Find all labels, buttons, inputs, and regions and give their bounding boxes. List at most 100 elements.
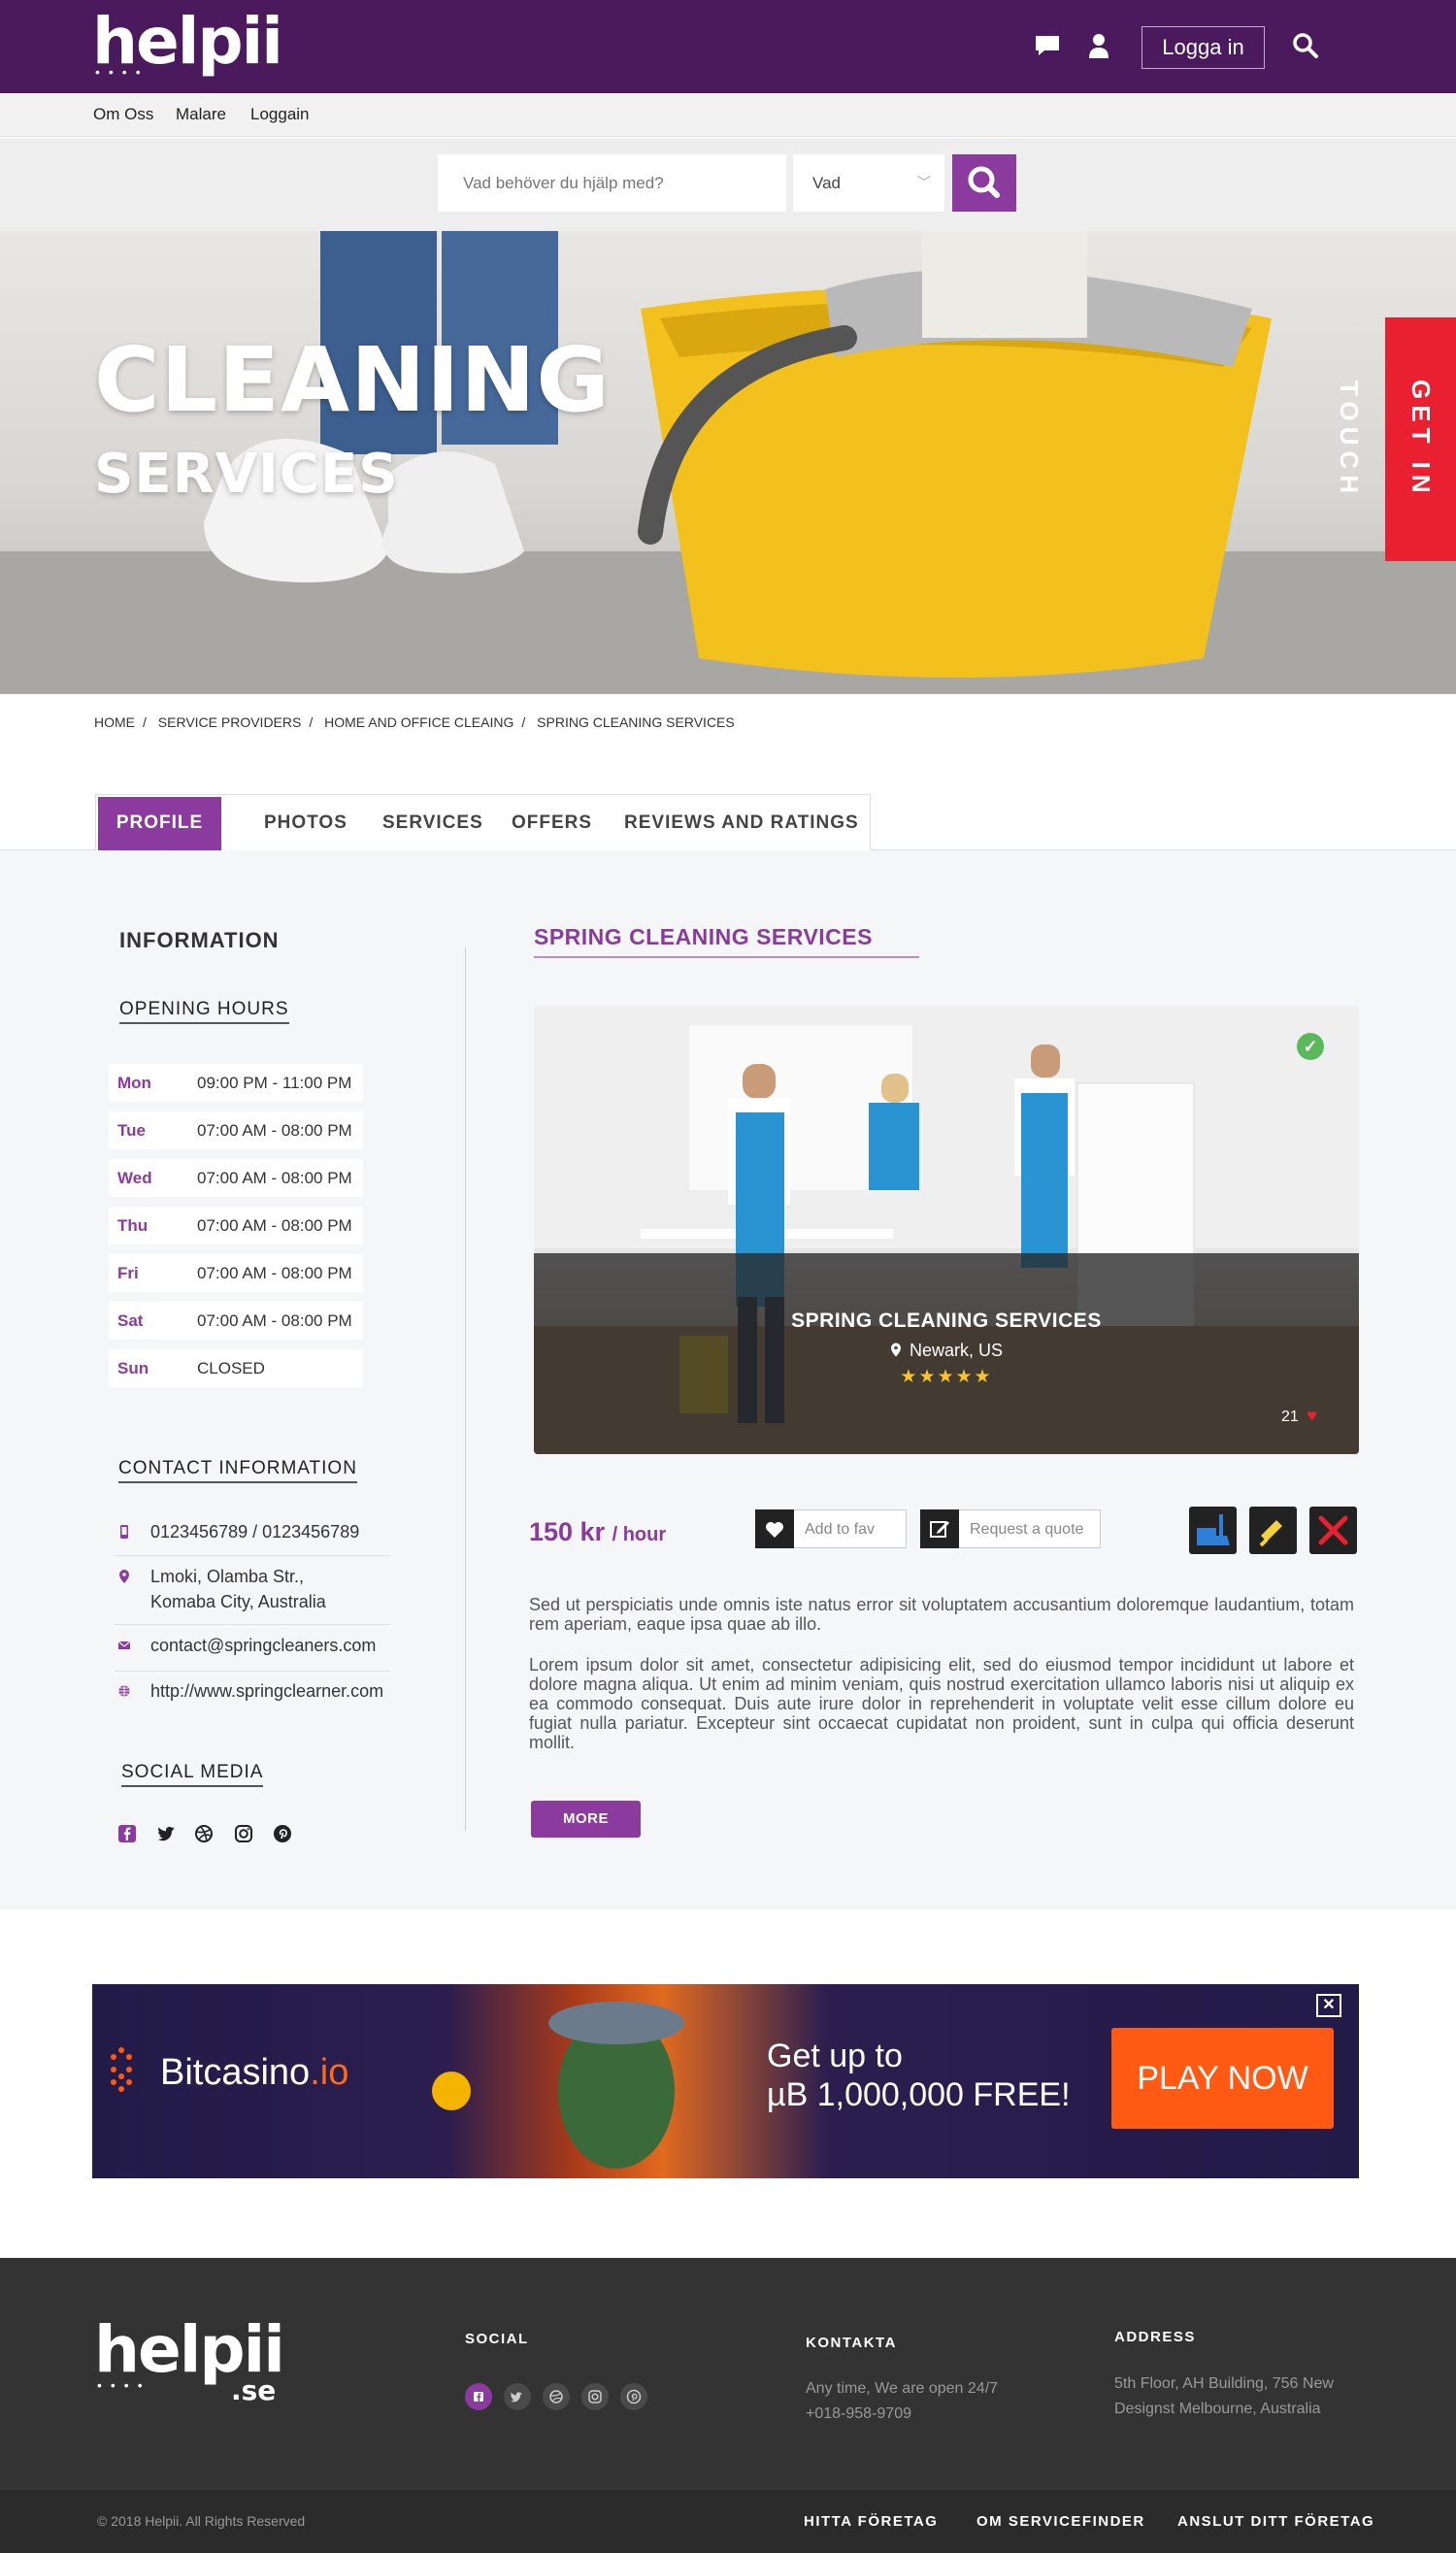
hours-row: Tue 07:00 AM - 08:00 PM: [109, 1111, 363, 1149]
rating-stars: ★★★★★: [900, 1367, 993, 1387]
contact-phone: 0123456789 / 0123456789: [115, 1519, 390, 1556]
contact-website-text[interactable]: http://www.springclearner.com: [150, 1678, 383, 1704]
facebook-icon[interactable]: [465, 2383, 492, 2410]
price-unit: / hour: [612, 1524, 667, 1545]
business-photo-card[interactable]: ✓ SPRING CLEANING SERVICES Newark, US ★★…: [534, 1006, 1359, 1454]
contact-address-line1: Lmoki, Olamba Str.,: [150, 1567, 305, 1586]
quote-icon-box: [920, 1509, 959, 1548]
footer-address-line1: 5th Floor, AH Building, 756 New: [1114, 2375, 1334, 2392]
footer-contact-heading: KONTAKTA: [806, 2335, 897, 2351]
top-header: helpii •••• Logga in: [0, 0, 1456, 93]
card-business-name: SPRING CLEANING SERVICES: [791, 1310, 1102, 1332]
business-title: SPRING CLEANING SERVICES: [534, 924, 919, 958]
play-now-button[interactable]: PLAY NOW: [1111, 2028, 1334, 2129]
profile-tabs: PROFILE PHOTOS SERVICES OFFERS REVIEWS A…: [0, 794, 1456, 851]
user-icon[interactable]: [1084, 31, 1113, 60]
copyright-text: © 2018 Helpii. All Rights Reserved: [97, 2513, 306, 2529]
twitter-icon[interactable]: [156, 1824, 176, 1843]
search-icon: [968, 166, 1000, 198]
search-input[interactable]: [438, 154, 786, 212]
footer-logo-suffix: .se: [231, 2374, 277, 2406]
ad-brand-name: Bitcasino: [160, 2052, 311, 2093]
tab-reviews[interactable]: REVIEWS AND RATINGS: [624, 795, 859, 849]
get-in-touch-button[interactable]: GET IN TOUCH: [1335, 317, 1456, 561]
pinterest-icon[interactable]: [273, 1824, 292, 1843]
description-paragraph-2: Lorem ipsum dolor sit amet, consectetur …: [529, 1655, 1354, 1752]
advertisement-banner[interactable]: Bitcasino.io Get up to µB 1,000,000 FREE…: [92, 1984, 1359, 2178]
request-quote-label: Request a quote: [970, 1521, 1084, 1538]
phone-icon: [120, 1525, 128, 1539]
card-location: Newark, US: [534, 1341, 1359, 1361]
footer-contact-hours: Any time, We are open 24/7: [806, 2380, 999, 2397]
more-button[interactable]: MORE: [531, 1801, 641, 1838]
verified-badge-icon: ✓: [1297, 1033, 1324, 1060]
breadcrumb-item[interactable]: HOME: [94, 714, 135, 730]
tab-photos[interactable]: PHOTOS: [264, 795, 347, 849]
opening-hours-heading: OPENING HOURS: [119, 999, 289, 1024]
painting-service-icon[interactable]: [1249, 1507, 1297, 1554]
tab-offers[interactable]: OFFERS: [512, 795, 592, 849]
close-icon[interactable]: ✕: [1316, 1994, 1341, 2017]
footer-contact-phone: +018-958-9709: [806, 2405, 911, 2422]
fav-icon-box: [755, 1509, 794, 1548]
category-select[interactable]: Vad ﹀: [793, 154, 944, 212]
dribbble-icon[interactable]: [194, 1824, 214, 1843]
chevron-down-icon: ﹀: [917, 175, 931, 190]
footer-link-hitta-foretag[interactable]: HITTA FÖRETAG: [804, 2513, 938, 2530]
footer-link-anslut-foretag[interactable]: ANSLUT DITT FÖRETAG: [1177, 2513, 1374, 2530]
ad-headline: Get up to µB 1,000,000 FREE!: [767, 2037, 1071, 2114]
paint-roller-icon: [1259, 1520, 1282, 1547]
footer-link-om-servicefinder[interactable]: OM SERVICEFINDER: [976, 2513, 1145, 2530]
repair-service-icon[interactable]: [1309, 1507, 1357, 1554]
cleaning-service-icon[interactable]: [1189, 1507, 1237, 1554]
price-value: 150 kr: [529, 1517, 606, 1546]
hours-time: CLOSED: [197, 1359, 265, 1377]
tools-icon: [1318, 1515, 1348, 1545]
nav-link-om-oss[interactable]: Om Oss: [93, 105, 153, 124]
likes-count: 21: [1281, 1409, 1299, 1425]
request-quote-button[interactable]: Request a quote: [920, 1509, 1101, 1548]
contact-phone-text: 0123456789 / 0123456789: [150, 1522, 360, 1542]
contact-email: contact@springcleaners.com: [115, 1633, 390, 1672]
pinterest-icon[interactable]: [620, 2383, 647, 2410]
hours-row: Mon 09:00 PM - 11:00 PM: [109, 1064, 363, 1102]
bucket-icon: [1197, 1514, 1230, 1545]
chat-icon[interactable]: [1033, 31, 1062, 60]
secondary-nav: Om Oss Malare Loggain: [0, 93, 1456, 137]
hours-day: Thu: [117, 1216, 149, 1235]
search-button[interactable]: [952, 154, 1016, 212]
nav-link-malare[interactable]: Malare: [176, 105, 226, 124]
hours-time: 07:00 AM - 08:00 PM: [197, 1264, 352, 1282]
category-select-value: Vad: [812, 174, 841, 192]
hours-day: Mon: [117, 1074, 151, 1092]
twitter-icon[interactable]: [504, 2383, 531, 2410]
hours-day: Wed: [117, 1169, 152, 1187]
login-button[interactable]: Logga in: [1142, 26, 1265, 69]
nav-link-loggain[interactable]: Loggain: [250, 105, 310, 124]
heart-icon: ♥: [1307, 1406, 1317, 1425]
hours-row: Wed 07:00 AM - 08:00 PM: [109, 1159, 363, 1197]
contact-email-text[interactable]: contact@springcleaners.com: [150, 1633, 376, 1658]
breadcrumb-item[interactable]: HOME AND OFFICE CLEAING: [324, 714, 513, 730]
breadcrumb-item[interactable]: SERVICE PROVIDERS: [158, 714, 302, 730]
instagram-icon[interactable]: [234, 1824, 253, 1843]
globe-icon: [118, 1685, 130, 1697]
search-icon[interactable]: [1291, 31, 1320, 60]
hours-time: 09:00 PM - 11:00 PM: [197, 1074, 352, 1092]
information-heading: INFORMATION: [119, 928, 280, 952]
tab-services[interactable]: SERVICES: [382, 795, 483, 849]
hours-day: Sun: [117, 1359, 149, 1377]
hours-day: Fri: [117, 1264, 139, 1282]
facebook-icon[interactable]: [117, 1824, 137, 1843]
likes-counter[interactable]: 21 ♥: [1281, 1406, 1317, 1426]
footer-social-heading: SOCIAL: [465, 2331, 529, 2347]
hours-time: 07:00 AM - 08:00 PM: [197, 1169, 352, 1187]
instagram-icon[interactable]: [581, 2383, 609, 2410]
add-to-fav-button[interactable]: Add to fav: [755, 1509, 907, 1548]
profile-content: INFORMATION OPENING HOURS Mon 09:00 PM -…: [0, 850, 1456, 1909]
footer-address-heading: ADDRESS: [1114, 2329, 1196, 2345]
add-to-fav-label: Add to fav: [805, 1521, 876, 1538]
hours-day: Sat: [117, 1311, 144, 1330]
dribbble-icon[interactable]: [543, 2383, 570, 2410]
tab-profile[interactable]: PROFILE: [98, 797, 221, 851]
